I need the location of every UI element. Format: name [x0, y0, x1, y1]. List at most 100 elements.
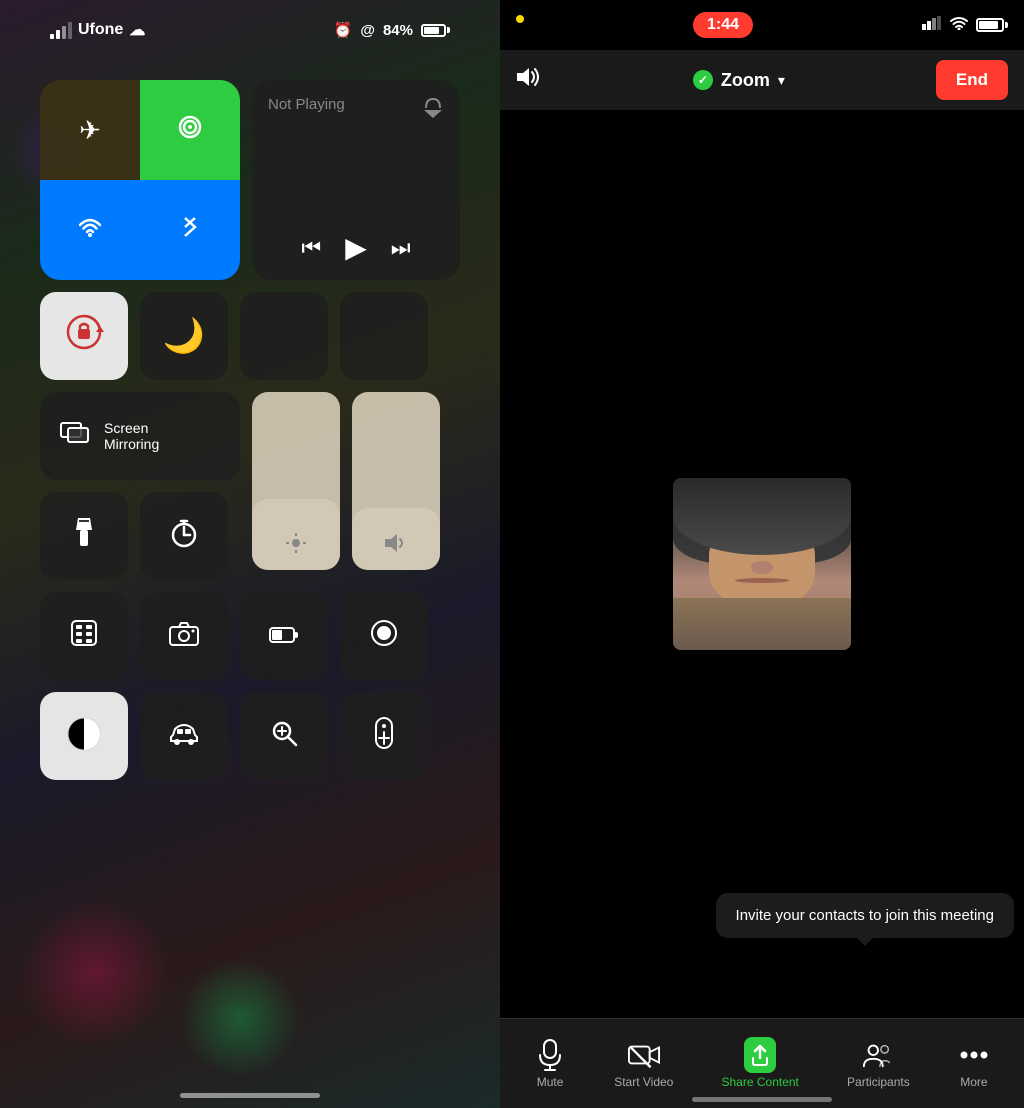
participants-icon	[862, 1039, 894, 1071]
screen-record-button[interactable]	[340, 592, 428, 680]
home-indicator	[180, 1093, 320, 1098]
screen-record-icon	[370, 619, 398, 654]
screen-lock-button[interactable]	[40, 292, 128, 380]
carrier-info: Ufone ☁	[50, 20, 145, 40]
mute-button[interactable]: Mute	[522, 1031, 578, 1097]
media-controls: ⏮ ▶ ⏭	[268, 231, 444, 264]
screen-mirroring-label: Screen Mirroring	[104, 420, 159, 452]
airplane-icon: ✈	[79, 115, 101, 146]
share-content-icon	[744, 1039, 776, 1071]
control-center-grid: ✈	[40, 80, 460, 780]
more-icon	[958, 1039, 990, 1071]
cellular-icon	[176, 113, 204, 147]
airplay-icon[interactable]	[422, 96, 444, 123]
lock-rotation-icon	[64, 312, 104, 360]
battery-status-icon	[269, 620, 299, 652]
invite-tooltip[interactable]: Invite your contacts to join this meetin…	[716, 893, 1014, 938]
cc-row-4	[40, 592, 460, 680]
share-content-button[interactable]: Share Content	[710, 1031, 811, 1097]
alarm-icon: ⏰	[334, 21, 353, 39]
contrast-icon	[64, 714, 104, 759]
camera-icon	[169, 620, 199, 653]
cc-row-3: Screen Mirroring	[40, 392, 460, 580]
ios-control-center: Ufone ☁ ⏰ @ 84% ✈	[0, 0, 500, 1108]
battery-percent: 84%	[383, 22, 413, 39]
play-button[interactable]: ▶	[345, 231, 367, 264]
do-not-disturb-button[interactable]: 🌙	[140, 292, 228, 380]
participant-face	[673, 478, 851, 650]
right-home-indicator	[692, 1097, 832, 1102]
end-meeting-button[interactable]: End	[936, 60, 1008, 100]
brightness-slider[interactable]	[252, 392, 340, 570]
remote-button[interactable]	[340, 692, 428, 780]
battery-icon	[421, 24, 450, 37]
wifi-status-icon	[950, 16, 968, 35]
magnifier-button[interactable]	[240, 692, 328, 780]
participants-button[interactable]: Participants	[835, 1031, 922, 1097]
timer-icon	[169, 518, 199, 555]
share-content-label: Share Content	[722, 1075, 799, 1089]
media-top: Not Playing	[268, 96, 444, 123]
zoom-toolbar: Mute Start Video	[500, 1018, 1024, 1108]
screen-mirroring-icon	[60, 422, 90, 451]
right-status-icons	[922, 16, 1008, 35]
carrier-name: Ufone	[78, 21, 123, 39]
rewind-button[interactable]: ⏮	[301, 235, 321, 261]
car-play-button[interactable]	[140, 692, 228, 780]
flashlight-icon	[73, 518, 95, 555]
wifi-icon: ☁	[129, 20, 145, 40]
status-dot	[516, 15, 524, 23]
empty-button-2[interactable]	[340, 292, 428, 380]
camera-button[interactable]	[140, 592, 228, 680]
calculator-icon	[70, 619, 98, 654]
right-status-bar: 1:44	[500, 0, 1024, 50]
at-icon: @	[360, 22, 375, 39]
signal-icon	[922, 16, 942, 35]
more-button[interactable]: More	[946, 1031, 1002, 1097]
media-title: Not Playing	[268, 96, 345, 113]
car-icon	[169, 720, 199, 752]
brightness-icon	[284, 531, 308, 560]
cellular-button[interactable]	[140, 80, 240, 180]
zoom-app: 1:44	[500, 0, 1024, 1108]
start-video-icon	[628, 1039, 660, 1071]
battery-status-button[interactable]	[240, 592, 328, 680]
cc-icon-row	[40, 492, 240, 580]
more-label: More	[960, 1075, 987, 1089]
fast-forward-button[interactable]: ⏭	[391, 235, 411, 261]
start-video-button[interactable]: Start Video	[602, 1031, 685, 1097]
timer-button[interactable]	[140, 492, 228, 580]
participants-label: Participants	[847, 1075, 910, 1089]
invite-tooltip-text: Invite your contacts to join this meetin…	[736, 907, 994, 924]
left-status-bar: Ufone ☁ ⏰ @ 84%	[40, 0, 460, 50]
right-status-left	[516, 11, 524, 39]
magnifier-icon	[270, 719, 298, 754]
media-player-block: Not Playing ⏮ ▶ ⏭	[252, 80, 460, 280]
flashlight-button[interactable]	[40, 492, 128, 580]
airplane-mode-button[interactable]: ✈	[40, 80, 140, 180]
participant-video	[673, 478, 851, 650]
zoom-title-area[interactable]: ✓ Zoom ▾	[693, 70, 785, 91]
zoom-app-name: Zoom	[721, 70, 770, 91]
time-display: 1:44	[693, 12, 753, 38]
right-status-group: ⏰ @ 84%	[334, 21, 450, 39]
contrast-button[interactable]	[40, 692, 128, 780]
zoom-verified-badge: ✓	[693, 70, 713, 90]
empty-button-1[interactable]	[240, 292, 328, 380]
cc-row-1: ✈	[40, 80, 460, 280]
calculator-button[interactable]	[40, 592, 128, 680]
screen-mirroring-button[interactable]: Screen Mirroring	[40, 392, 240, 480]
wifi-button[interactable]	[40, 180, 140, 280]
zoom-video-area: Invite your contacts to join this meetin…	[500, 110, 1024, 1018]
cc-row-2: 🌙	[40, 292, 460, 380]
mute-label: Mute	[537, 1075, 564, 1089]
zoom-header: ✓ Zoom ▾ End	[500, 50, 1024, 110]
wifi-icon	[76, 213, 104, 248]
bluetooth-button[interactable]	[140, 180, 240, 280]
moon-icon: 🌙	[163, 316, 205, 356]
cc-row-5	[40, 692, 460, 780]
speaker-button[interactable]	[516, 66, 542, 94]
volume-slider[interactable]	[352, 392, 440, 570]
remote-icon	[374, 716, 394, 757]
zoom-chevron-icon: ▾	[778, 72, 785, 89]
